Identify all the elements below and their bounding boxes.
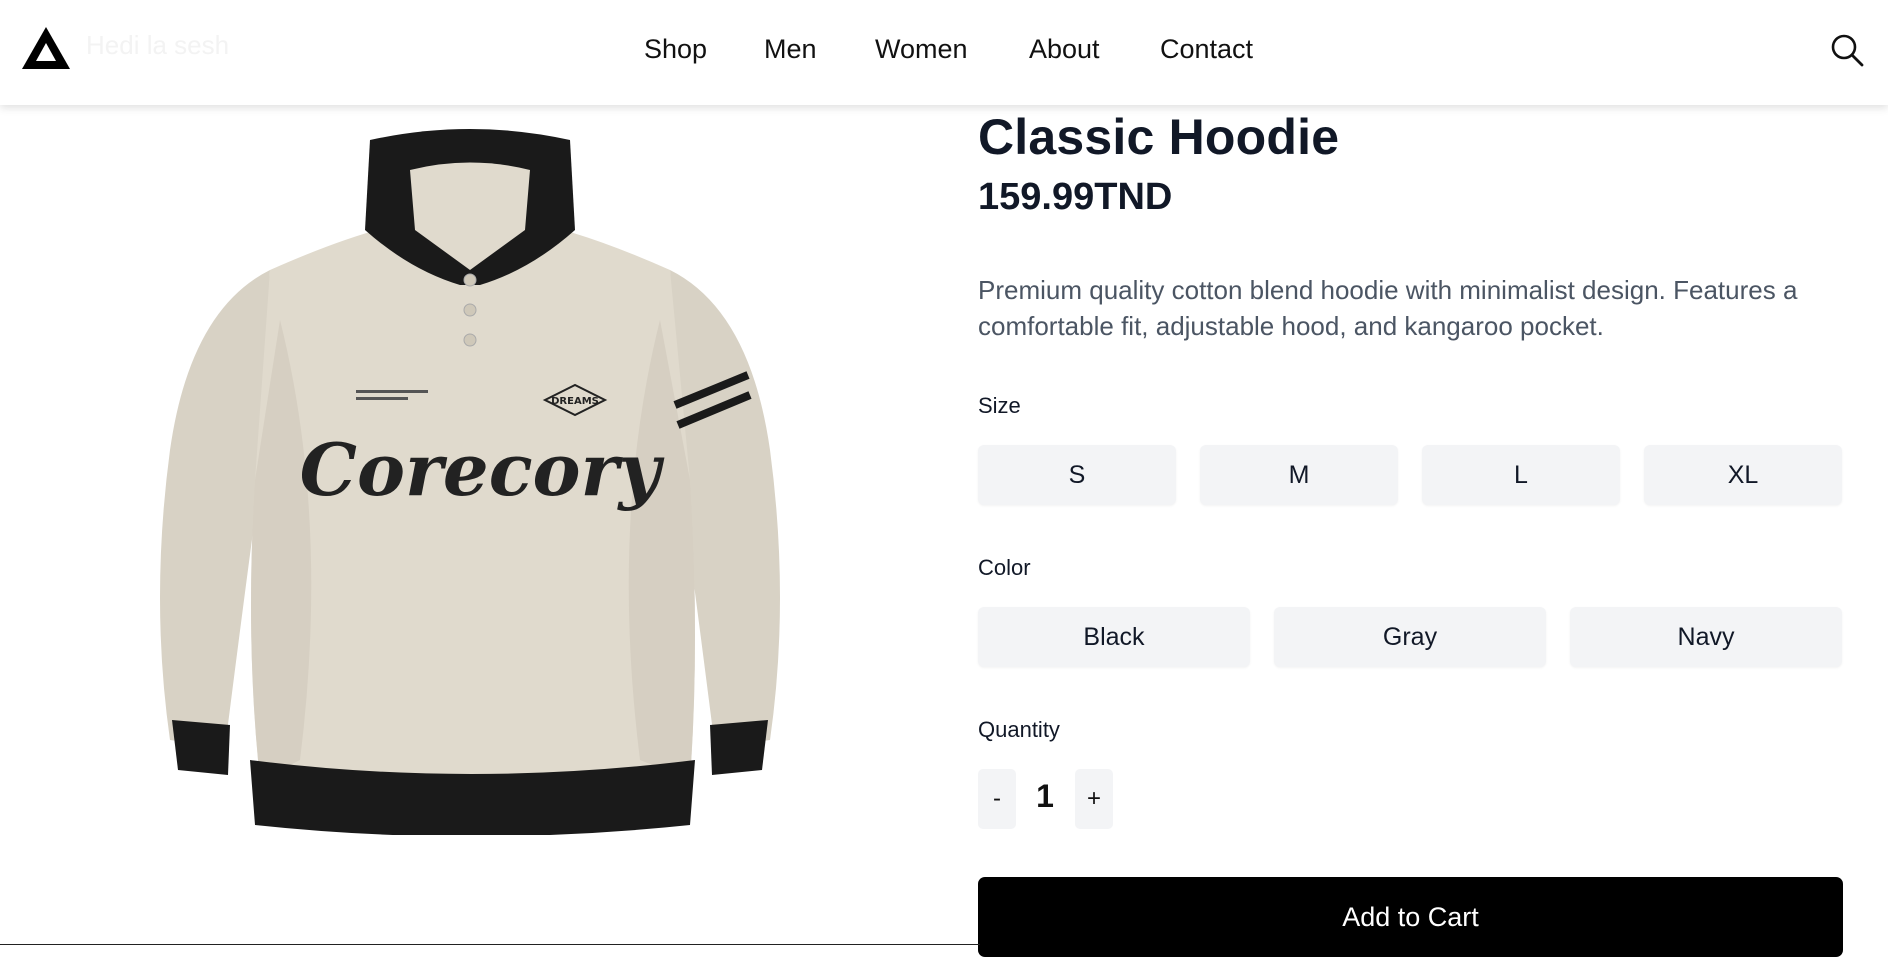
product-title: Classic Hoodie — [978, 109, 1340, 165]
graphic-script-text: Corecory — [300, 427, 665, 512]
size-option-m[interactable]: M — [1200, 445, 1398, 505]
triangle-logo-icon[interactable] — [20, 25, 72, 71]
nav-shop[interactable]: Shop — [644, 34, 707, 65]
add-to-cart-button[interactable]: Add to Cart — [978, 877, 1843, 957]
size-label: Size — [978, 393, 1021, 418]
quantity-value[interactable]: 1 — [1028, 778, 1062, 815]
search-icon[interactable] — [1830, 33, 1864, 67]
nav-women[interactable]: Women — [875, 34, 968, 65]
color-option-black[interactable]: Black — [978, 607, 1250, 667]
product-image: DREAMS Corecory — [160, 129, 780, 835]
color-label: Color — [978, 555, 1031, 580]
nav-men[interactable]: Men — [764, 34, 817, 65]
quantity-increment-button[interactable]: + — [1075, 769, 1113, 829]
size-option-l[interactable]: L — [1422, 445, 1620, 505]
badge-text: DREAMS — [551, 396, 599, 407]
color-option-gray[interactable]: Gray — [1274, 607, 1546, 667]
nav-contact[interactable]: Contact — [1160, 34, 1253, 65]
brand-name[interactable]: Hedi la sesh — [86, 30, 229, 61]
size-option-xl[interactable]: XL — [1644, 445, 1842, 505]
quantity-decrement-button[interactable]: - — [978, 769, 1016, 829]
size-option-s[interactable]: S — [978, 445, 1176, 505]
product-price: 159.99TND — [978, 176, 1173, 218]
color-option-navy[interactable]: Navy — [1570, 607, 1842, 667]
quantity-label: Quantity — [978, 717, 1060, 742]
product-description: Premium quality cotton blend hoodie with… — [978, 275, 1798, 341]
site-header: Hedi la sesh Shop Men Women About Contac… — [0, 0, 1888, 105]
nav-about[interactable]: About — [1029, 34, 1100, 65]
